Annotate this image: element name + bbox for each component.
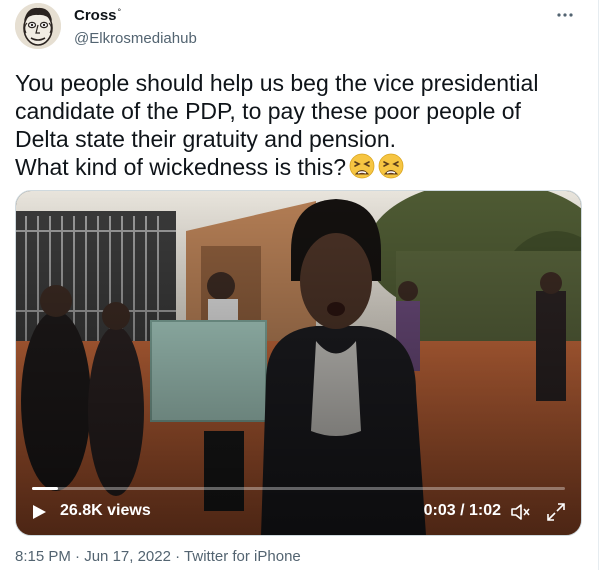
meta-separator: · bbox=[170, 548, 185, 565]
tweet-text-line-last: What kind of wickedness is this? bbox=[15, 153, 585, 185]
progress-bar[interactable] bbox=[32, 487, 565, 490]
play-button[interactable] bbox=[30, 503, 48, 521]
tweet-text-line: Delta state their gratuity and pension. bbox=[15, 126, 397, 152]
avatar[interactable] bbox=[15, 3, 61, 49]
play-icon bbox=[33, 505, 46, 519]
avatar-caricature bbox=[15, 3, 61, 49]
author-name-row[interactable]: Cross ° bbox=[74, 7, 121, 24]
video-time: 0:03 / 1:02 bbox=[423, 502, 501, 519]
tweet-date[interactable]: Jun 17, 2022 bbox=[84, 548, 171, 565]
display-name[interactable]: Cross bbox=[74, 7, 117, 24]
video-player[interactable]: 26.8K views 0:03 / 1:02 bbox=[15, 190, 582, 536]
volume-muted-icon bbox=[511, 504, 530, 520]
author-handle[interactable]: @Elkrosmediahub bbox=[74, 30, 197, 47]
name-mark: ° bbox=[117, 7, 122, 17]
fullscreen-icon bbox=[547, 503, 565, 521]
weary-face-emoji bbox=[349, 153, 375, 185]
video-controls: 26.8K views 0:03 / 1:02 bbox=[16, 483, 581, 535]
tweet-time[interactable]: 8:15 PM bbox=[15, 548, 71, 565]
tweet-text-line: candidate of the PDP, to pay these poor … bbox=[15, 98, 521, 124]
mute-button[interactable] bbox=[509, 501, 531, 523]
tweet-meta: 8:15 PM · Jun 17, 2022 · Twitter for iPh… bbox=[15, 548, 301, 565]
meta-separator: · bbox=[70, 548, 85, 565]
fullscreen-button[interactable] bbox=[545, 501, 567, 523]
tweet-source[interactable]: Twitter for iPhone bbox=[184, 548, 301, 565]
progress-fill bbox=[32, 487, 58, 490]
tweet-text-line: You people should help us beg the vice p… bbox=[15, 70, 539, 96]
view-count: 26.8K views bbox=[60, 502, 151, 519]
tweet-text-line-content: What kind of wickedness is this? bbox=[15, 154, 347, 180]
tweet-card: Cross ° @Elkrosmediahub You people shoul… bbox=[0, 0, 599, 570]
weary-face-emoji bbox=[378, 153, 404, 185]
more-horizontal-icon bbox=[557, 13, 573, 17]
more-options-button[interactable] bbox=[554, 6, 576, 24]
tweet-text: You people should help us beg the vice p… bbox=[15, 69, 585, 185]
